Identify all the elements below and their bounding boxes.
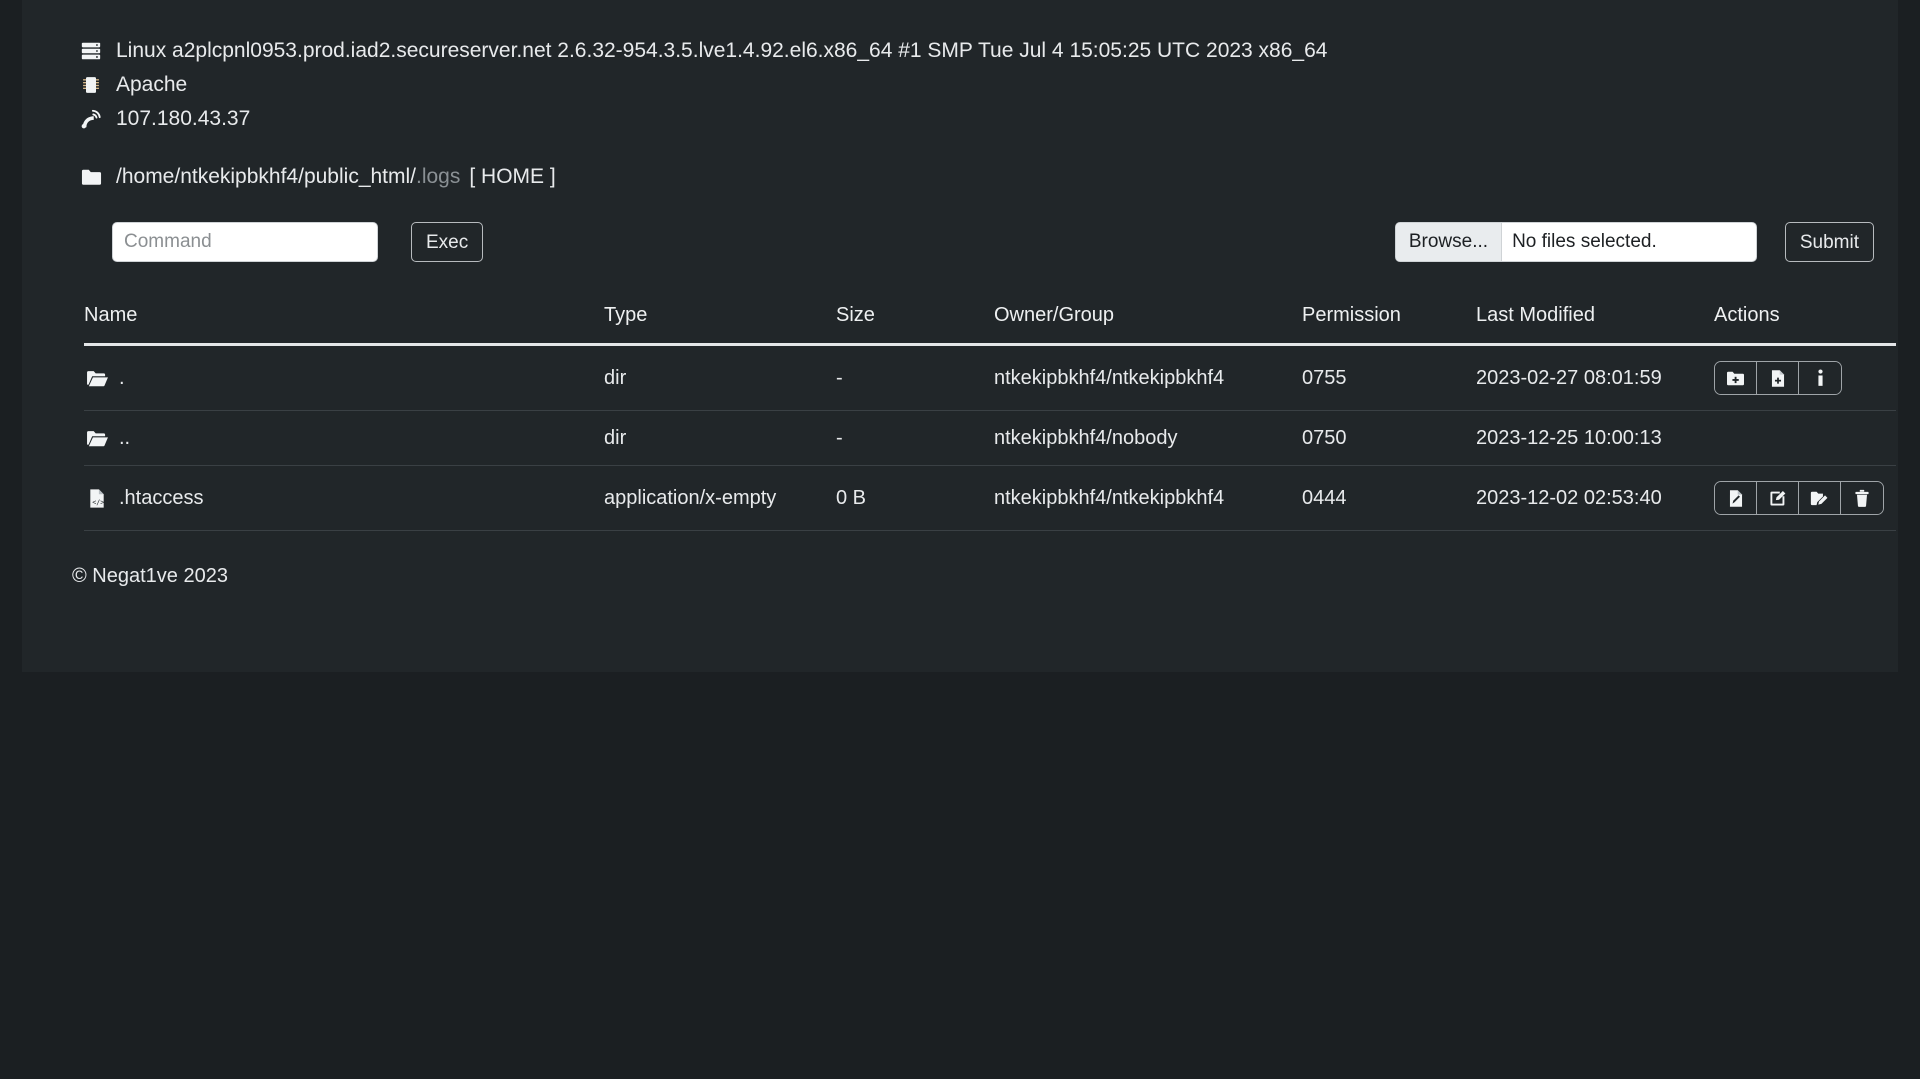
column-header-permission[interactable]: Permission	[1302, 304, 1476, 346]
column-header-name[interactable]: Name	[84, 304, 604, 346]
browse-button[interactable]: Browse...	[1395, 223, 1503, 261]
info-button[interactable]	[1799, 362, 1841, 394]
satellite-dish-icon	[78, 107, 104, 131]
edit-button[interactable]	[1757, 482, 1799, 514]
cell-size: -	[836, 410, 994, 466]
new-folder-icon	[1726, 370, 1745, 387]
download-file-button[interactable]	[1715, 482, 1757, 514]
server-software-text: Apache	[116, 73, 188, 96]
column-header-modified[interactable]: Last Modified	[1476, 304, 1714, 346]
cell-actions	[1714, 344, 1896, 411]
action-button-group	[1714, 361, 1842, 395]
cell-type: dir	[604, 410, 836, 466]
cell-type: application/x-empty	[604, 465, 836, 531]
new-folder-button[interactable]	[1715, 362, 1757, 394]
folder-open-icon	[84, 426, 110, 450]
file-upload-input[interactable]: Browse... No files selected.	[1394, 222, 1757, 262]
file-name-link[interactable]: ..	[119, 427, 130, 450]
cell-permission: 0750	[1302, 410, 1476, 466]
toolbar: Exec Browse... No files selected. Submit	[84, 222, 1874, 266]
rename-icon	[1810, 489, 1829, 507]
breadcrumb: /home/ntkekipbkhf4/public_html/.logs [ H…	[78, 160, 1870, 194]
file-table: Name Type Size Owner/Group Permission La…	[84, 304, 1896, 531]
table-row: </> .htaccess application/x-empty 0 B nt…	[84, 465, 1896, 531]
action-button-group	[1714, 481, 1884, 515]
file-name-link[interactable]: .	[119, 367, 125, 390]
folder-icon	[78, 165, 104, 189]
cell-size: 0 B	[836, 465, 994, 531]
cell-size: -	[836, 344, 994, 411]
column-header-type[interactable]: Type	[604, 304, 836, 346]
cell-type: dir	[604, 344, 836, 411]
file-table-wrapper: Name Type Size Owner/Group Permission La…	[84, 304, 1896, 531]
cell-modified: 2023-02-27 08:01:59	[1476, 344, 1714, 411]
server-icon	[78, 39, 104, 63]
info-icon	[1815, 369, 1826, 388]
server-os-line: Linux a2plcpnl0953.prod.iad2.secureserve…	[78, 34, 1870, 68]
new-file-button[interactable]	[1757, 362, 1799, 394]
download-file-icon	[1728, 489, 1744, 508]
server-ip-line: 107.180.43.37	[78, 102, 1870, 136]
server-info-block: Linux a2plcpnl0953.prod.iad2.secureserve…	[78, 34, 1870, 136]
cell-modified: 2023-12-02 02:53:40	[1476, 465, 1714, 531]
breadcrumb-home-link[interactable]: [ HOME ]	[469, 165, 555, 189]
cell-name: ..	[84, 410, 604, 466]
upload-group: Browse... No files selected. Submit	[1394, 222, 1874, 262]
cell-owner: ntkekipbkhf4/nobody	[994, 410, 1302, 466]
column-header-size[interactable]: Size	[836, 304, 994, 346]
submit-button[interactable]: Submit	[1784, 222, 1874, 262]
breadcrumb-base-path[interactable]: /home/ntkekipbkhf4/public_html/	[116, 165, 416, 189]
footer-copyright: © Negat1ve 2023	[72, 565, 228, 587]
cell-owner: ntkekipbkhf4/ntkekipbkhf4	[994, 465, 1302, 531]
table-row: .. dir - ntkekipbkhf4/nobody 0750 2023-1…	[84, 410, 1896, 466]
file-selection-status: No files selected.	[1512, 231, 1657, 252]
edit-icon	[1769, 489, 1787, 507]
cell-name: </> .htaccess	[84, 465, 604, 531]
delete-icon	[1854, 489, 1870, 508]
cpu-icon	[78, 73, 104, 97]
cell-permission: 0755	[1302, 344, 1476, 411]
cell-modified: 2023-12-25 10:00:13	[1476, 410, 1714, 466]
file-name-link[interactable]: .htaccess	[119, 487, 203, 510]
file-code-icon: </>	[84, 486, 110, 510]
new-file-icon	[1770, 369, 1786, 388]
delete-button[interactable]	[1841, 482, 1883, 514]
server-ip-text: 107.180.43.37	[116, 107, 251, 130]
file-table-body: . dir - ntkekipbkhf4/ntkekipbkhf4 0755 2…	[84, 344, 1896, 531]
table-row: . dir - ntkekipbkhf4/ntkekipbkhf4 0755 2…	[84, 344, 1896, 411]
cell-owner: ntkekipbkhf4/ntkekipbkhf4	[994, 344, 1302, 411]
cell-actions	[1714, 410, 1896, 466]
exec-button[interactable]: Exec	[411, 222, 484, 262]
server-software-line: Apache	[78, 68, 1870, 102]
rename-button[interactable]	[1799, 482, 1841, 514]
command-group: Exec	[112, 222, 484, 262]
command-input[interactable]	[112, 222, 378, 262]
cell-actions	[1714, 465, 1896, 531]
main-container: Linux a2plcpnl0953.prod.iad2.secureserve…	[22, 0, 1898, 672]
table-header-row: Name Type Size Owner/Group Permission La…	[84, 304, 1896, 346]
folder-open-icon	[84, 366, 110, 390]
file-table-head: Name Type Size Owner/Group Permission La…	[84, 304, 1896, 346]
svg-text:</>: </>	[92, 498, 104, 506]
column-header-owner[interactable]: Owner/Group	[994, 304, 1302, 346]
server-os-text: Linux a2plcpnl0953.prod.iad2.secureserve…	[116, 39, 1328, 62]
column-header-actions: Actions	[1714, 304, 1896, 346]
breadcrumb-current-dir: .logs	[416, 165, 461, 188]
cell-name: .	[84, 344, 604, 411]
page-background: Linux a2plcpnl0953.prod.iad2.secureserve…	[0, 0, 1920, 1079]
cell-permission: 0444	[1302, 465, 1476, 531]
